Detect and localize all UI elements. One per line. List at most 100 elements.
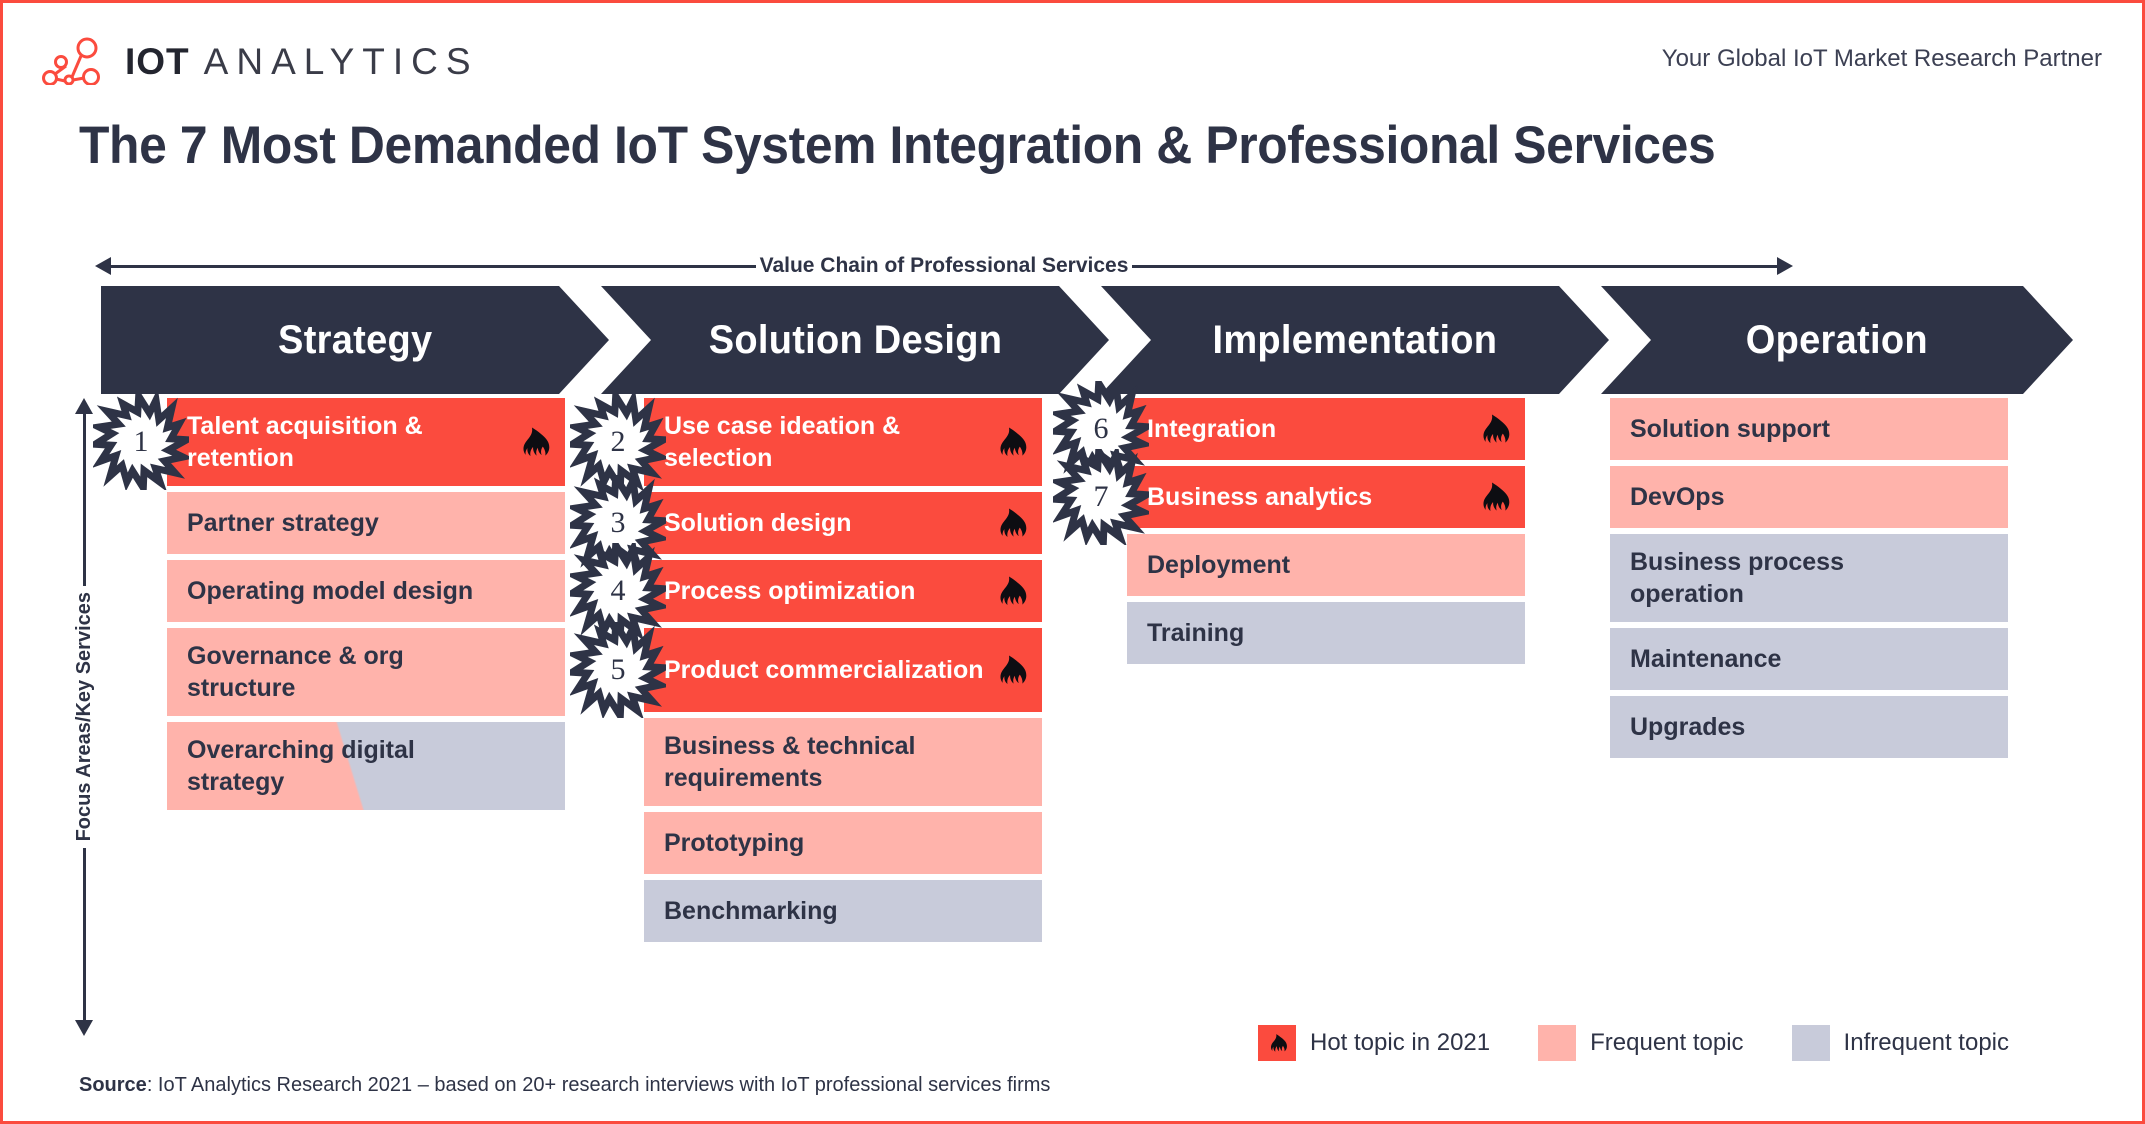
- axis-arrow-right-icon: [1777, 257, 1793, 275]
- service-cell[interactable]: Deployment: [1127, 534, 1525, 596]
- service-cell[interactable]: Business analytics 7: [1053, 449, 1525, 545]
- flame-icon: [1000, 655, 1027, 685]
- flame-icon: [1000, 427, 1027, 457]
- focus-areas-axis-label: Focus Areas/Key Services: [72, 592, 95, 842]
- stage-chevron-label: Implementation: [1212, 317, 1498, 362]
- service-cell[interactable]: Operating model design: [167, 560, 565, 622]
- service-cell[interactable]: Partner strategy: [167, 492, 565, 554]
- rank-badge-6: 6: [1053, 381, 1149, 477]
- rank-badge-number: 3: [610, 505, 626, 539]
- source-text: : IoT Analytics Research 2021 – based on…: [146, 1074, 1051, 1096]
- service-cell-label: Prototyping: [664, 829, 805, 857]
- legend-label: Infrequent topic: [1843, 1029, 2009, 1056]
- service-cell-label: Business & technical requirements: [664, 732, 916, 792]
- service-cell-label: Benchmarking: [664, 897, 838, 925]
- tagline: Your Global IoT Market Research Partner: [1661, 45, 2102, 72]
- stage-chevron-band: Strategy Solution Design Implementation Ope…: [101, 286, 2073, 394]
- service-cell-label: Deployment: [1147, 551, 1291, 579]
- rank-badge-number: 4: [610, 573, 626, 607]
- network-nodes-icon: [42, 37, 100, 85]
- rank-badge-number: 5: [610, 652, 626, 686]
- infographic-page: IOT ANALYTICS Your Global IoT Market Rese…: [0, 0, 2145, 1124]
- service-cell[interactable]: Solution support: [1610, 398, 2008, 460]
- service-cell[interactable]: Overarching digital strategy: [167, 722, 565, 810]
- rank-badge-number: 2: [610, 424, 626, 458]
- service-cell[interactable]: Process optimization 4: [570, 543, 1042, 639]
- value-chain-axis-label: Value Chain of Professional Services: [759, 254, 1129, 277]
- starburst-icon: [1053, 449, 1149, 545]
- focus-areas-axis: Focus Areas/Key Services: [67, 398, 101, 1036]
- service-column-operation: Solution support DevOps Business process o…: [1610, 398, 2008, 764]
- value-chain-axis: Value Chain of Professional Services: [95, 251, 1793, 281]
- legend: Hot topic in 2021 Frequent topic Infrequen…: [1258, 1025, 2009, 1061]
- service-column-strategy: Talent acquisition & retention 1 Partner s…: [93, 394, 565, 816]
- stage-chevron-solution-design[interactable]: Solution Design: [601, 286, 1109, 394]
- v-axis-line-bottom: [82, 847, 86, 1020]
- starburst-icon: [570, 622, 666, 718]
- service-cell-label: Solution support: [1630, 415, 1830, 443]
- flame-icon: [1483, 414, 1510, 444]
- legend-item: Infrequent topic: [1791, 1025, 2009, 1061]
- stage-chevron-strategy[interactable]: Strategy: [101, 286, 609, 394]
- rank-badge-4: 4: [570, 543, 666, 639]
- axis-arrow-up-icon: [75, 398, 93, 414]
- starburst-icon: [93, 394, 189, 490]
- service-cell[interactable]: Governance & org structure: [167, 628, 565, 716]
- service-cell[interactable]: Training: [1127, 602, 1525, 664]
- service-cell[interactable]: DevOps: [1610, 466, 2008, 528]
- brand-logo: IOT ANALYTICS: [39, 37, 479, 85]
- flame-icon: [1270, 1034, 1287, 1052]
- rank-badge-number: 7: [1093, 479, 1109, 513]
- v-axis-line-top: [82, 414, 86, 587]
- service-cell-label: Training: [1147, 619, 1245, 647]
- stage-chevron-implementation[interactable]: Implementation: [1101, 286, 1609, 394]
- brand-name-secondary: ANALYTICS: [203, 40, 479, 82]
- service-cell-label: Business process operation: [1630, 548, 1844, 608]
- legend-label: Frequent topic: [1590, 1029, 1744, 1056]
- service-cell[interactable]: Benchmarking: [644, 880, 1042, 942]
- service-cell[interactable]: Upgrades: [1610, 696, 2008, 758]
- stage-chevron-operation[interactable]: Operation: [1601, 286, 2073, 394]
- flame-icon: [1000, 576, 1027, 606]
- starburst-icon: [570, 475, 666, 571]
- legend-item: Frequent topic: [1538, 1025, 1744, 1061]
- service-cell[interactable]: Product commercialization 5: [570, 622, 1042, 718]
- service-cell-label: Maintenance: [1630, 645, 1782, 673]
- page-title: The 7 Most Demanded IoT System Integrati…: [79, 116, 1716, 175]
- service-cell-label: Upgrades: [1630, 713, 1746, 741]
- service-cell[interactable]: Maintenance: [1610, 628, 2008, 690]
- rank-badge-2: 2: [570, 394, 666, 490]
- legend-label: Hot topic in 2021: [1310, 1029, 1491, 1056]
- axis-arrow-down-icon: [75, 1020, 93, 1036]
- service-cell-label: Overarching digital strategy: [187, 736, 415, 796]
- service-cell[interactable]: Use case ideation & selection 2: [570, 394, 1042, 490]
- rank-badge-number: 1: [133, 424, 149, 458]
- rank-badge-7: 7: [1053, 449, 1149, 545]
- axis-line-right: [1132, 264, 1777, 268]
- starburst-icon: [570, 394, 666, 490]
- brand-wordmark: IOT ANALYTICS: [125, 43, 479, 80]
- service-cell-label: Business analytics: [1147, 483, 1373, 511]
- legend-item: Hot topic in 2021: [1258, 1025, 1490, 1061]
- service-column-implementation: Integration 6 Business analytics 7 Deploymen…: [1053, 381, 1525, 670]
- service-cell-label: Solution design: [664, 509, 852, 537]
- service-cell[interactable]: Business & technical requirements: [644, 718, 1042, 806]
- axis-arrow-left-icon: [95, 257, 111, 275]
- brand-name-primary: IOT: [125, 40, 190, 82]
- service-cell-label: Governance & org structure: [187, 642, 404, 702]
- source-label: Source: [79, 1074, 147, 1096]
- service-cell[interactable]: Solution design 3: [570, 475, 1042, 571]
- service-cell[interactable]: Talent acquisition & retention 1: [93, 394, 565, 490]
- service-cell-label: Operating model design: [187, 577, 474, 605]
- service-cell-label: Partner strategy: [187, 509, 379, 537]
- service-column-solution-design: Use case ideation & selection 2 Solution d…: [570, 394, 1042, 948]
- service-cell-label: Use case ideation & selection: [664, 412, 901, 472]
- service-cell[interactable]: Business process operation: [1610, 534, 2008, 622]
- rank-badge-5: 5: [570, 622, 666, 718]
- service-cell[interactable]: Integration 6: [1053, 381, 1525, 477]
- service-cell[interactable]: Prototyping: [644, 812, 1042, 874]
- service-cell-label: Product commercialization: [664, 656, 984, 684]
- service-cell-label: Process optimization: [664, 577, 916, 605]
- stage-chevron-label: Strategy: [277, 317, 433, 362]
- service-cell-label: Talent acquisition & retention: [187, 412, 423, 472]
